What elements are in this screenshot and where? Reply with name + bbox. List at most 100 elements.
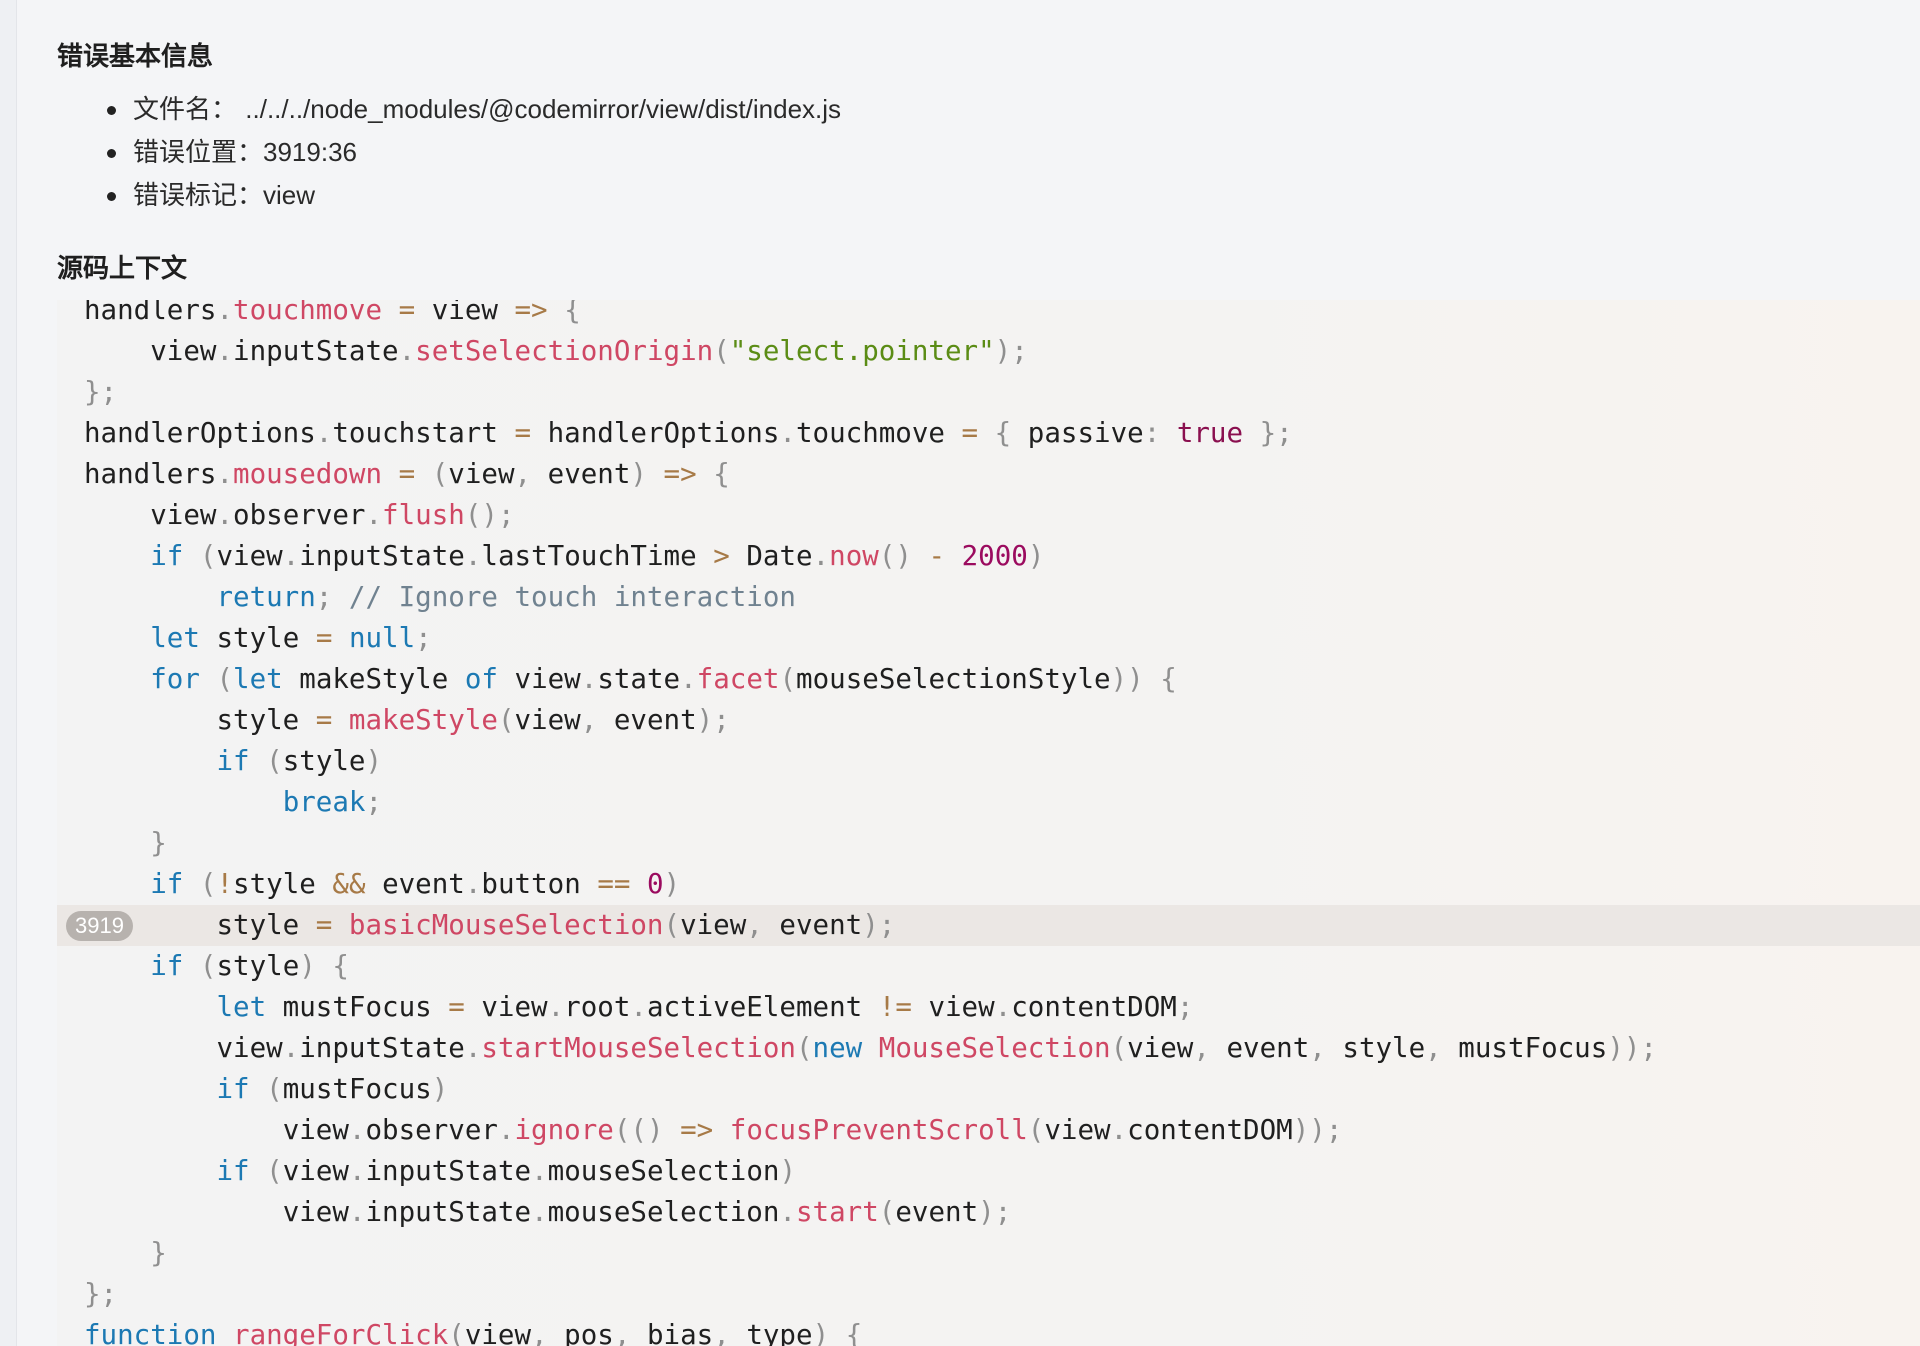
- code-token: .: [348, 1114, 366, 1146]
- code-token: ): [1027, 540, 1045, 572]
- code-token: event: [531, 458, 631, 490]
- code-token: );: [696, 704, 730, 736]
- info-label: 文件名：: [133, 95, 238, 125]
- code-token: style: [199, 622, 316, 654]
- code-token: focusPreventScroll: [729, 1114, 1028, 1146]
- code-token: =: [315, 622, 333, 654]
- code-token: ;: [415, 622, 432, 654]
- code-token: !: [216, 868, 234, 900]
- left-rail: [0, 0, 17, 1346]
- code-token: .: [282, 1032, 300, 1064]
- code-token: .: [216, 335, 234, 367]
- code-token: if: [150, 868, 184, 900]
- code-token: ,: [514, 458, 532, 490]
- code-token: style: [216, 909, 316, 941]
- code-token: .: [216, 300, 234, 326]
- code-token: 0: [647, 868, 664, 900]
- code-token: =: [398, 458, 416, 490]
- code-token: if: [216, 745, 250, 777]
- code-token: =>: [514, 300, 548, 326]
- code-lines: handlers.touchmove = view => { view.inpu…: [57, 300, 1920, 1346]
- code-token: observer: [365, 1114, 498, 1146]
- code-token: contentDOM: [1011, 991, 1177, 1023]
- code-token: facet: [696, 663, 780, 695]
- code-token: style: [1325, 1032, 1426, 1064]
- code-token: .: [464, 540, 482, 572]
- code-line-highlighted: 3919 style = basicMouseSelection(view, e…: [57, 905, 1920, 946]
- code-line: };: [57, 372, 1920, 413]
- code-line: return; // Ignore touch interaction: [57, 577, 1920, 618]
- code-token: .: [282, 540, 300, 572]
- code-token: (: [713, 335, 730, 367]
- code-token: view: [514, 704, 581, 736]
- code-token: =: [961, 417, 979, 449]
- code-token: mousedown: [233, 458, 383, 490]
- code-line: let mustFocus = view.root.activeElement …: [57, 987, 1920, 1028]
- code-token: view: [464, 1319, 532, 1346]
- code-token: .: [216, 458, 234, 490]
- code-token: =: [448, 991, 465, 1023]
- code-token: if: [216, 1155, 250, 1187]
- code-token: (: [431, 458, 449, 490]
- code-token: ==: [597, 868, 631, 900]
- info-value-filename: ../../../node_modules/@codemirror/view/d…: [245, 94, 842, 124]
- info-value-position: 3919:36: [263, 137, 357, 167]
- code-token: ));: [1607, 1032, 1657, 1064]
- code-token: style: [233, 868, 333, 900]
- code-token: (: [497, 704, 515, 736]
- code-token: ,: [1425, 1032, 1442, 1064]
- code-token: "select.pointer": [729, 335, 995, 367]
- code-token: (: [199, 540, 217, 572]
- code-token: .: [497, 1114, 515, 1146]
- basic-info-list: 文件名： ../../../node_modules/@codemirror/v…: [107, 88, 841, 217]
- code-token: button: [481, 868, 598, 900]
- code-line: handlers.mousedown = (view, event) => {: [57, 454, 1920, 495]
- code-token: =>: [663, 458, 697, 490]
- source-code-block: handlers.touchmove = view => { view.inpu…: [57, 300, 1920, 1346]
- code-token: inputState: [365, 1196, 532, 1228]
- code-token: );: [994, 335, 1028, 367]
- code-token: (: [878, 1196, 896, 1228]
- code-token: ): [779, 1155, 796, 1187]
- code-token: setSelectionOrigin: [415, 335, 714, 367]
- code-token: .: [680, 663, 697, 695]
- code-token: ;: [1176, 991, 1194, 1023]
- code-token: view: [680, 909, 747, 941]
- code-token: =: [398, 300, 416, 326]
- code-token: ();: [464, 499, 515, 531]
- code-token: ,: [580, 704, 598, 736]
- code-token: ,: [531, 1319, 548, 1346]
- code-token: handlers: [84, 458, 217, 490]
- code-token: start: [795, 1196, 879, 1228]
- code-token: MouseSelection: [878, 1032, 1111, 1064]
- info-value-token: view: [263, 180, 316, 210]
- code-token: !=: [878, 991, 912, 1023]
- code-token: (): [878, 540, 912, 572]
- code-token: event: [762, 909, 863, 941]
- code-token: view: [282, 1155, 349, 1187]
- code-token: state: [597, 663, 681, 695]
- code-token: inputState: [365, 1155, 532, 1187]
- code-token: (: [266, 1073, 283, 1105]
- code-token: ));: [1292, 1114, 1343, 1146]
